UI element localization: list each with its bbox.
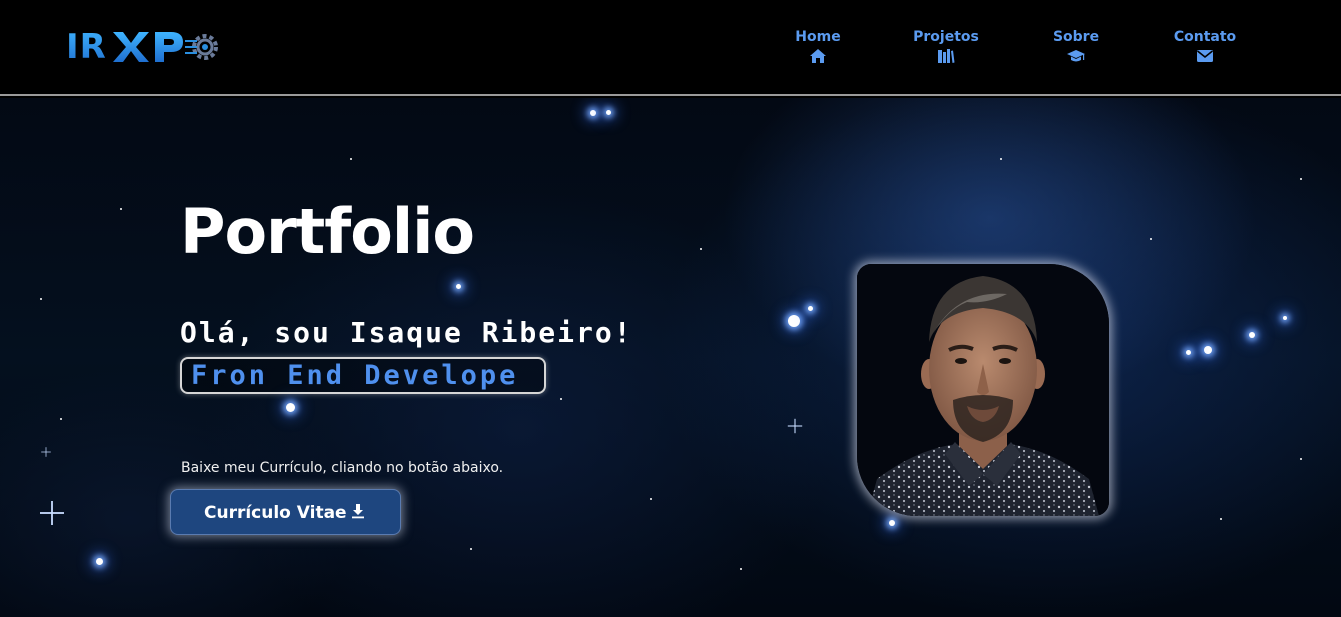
nav-home[interactable]: Home: [795, 28, 841, 64]
star: [350, 158, 352, 160]
star: [1300, 178, 1302, 180]
star: [808, 306, 813, 311]
site-logo[interactable]: IR: [66, 26, 229, 68]
star: [740, 568, 742, 570]
star: [1186, 350, 1191, 355]
greeting-text: Olá, sou Isaque Ribeiro!: [180, 316, 633, 349]
star-sparkle: [41, 447, 51, 457]
star: [456, 284, 461, 289]
star: [1249, 332, 1255, 338]
nav-contato-label: Contato: [1173, 29, 1237, 45]
star: [560, 398, 562, 400]
profile-photo-illustration: [857, 264, 1109, 516]
home-icon: [809, 48, 827, 64]
star: [788, 315, 800, 327]
nav-projetos[interactable]: Projetos: [913, 28, 979, 64]
nav-home-label: Home: [795, 29, 841, 45]
star: [286, 403, 295, 412]
star: [96, 558, 103, 565]
nav-sobre[interactable]: Sobre: [1052, 28, 1100, 64]
star: [650, 498, 652, 500]
role-text: Fron End Develope: [191, 360, 519, 391]
nav-contato[interactable]: Contato: [1173, 28, 1237, 64]
star: [60, 418, 62, 420]
nav-sobre-label: Sobre: [1052, 29, 1100, 45]
site-header: IR Home Projetos Sobre Contato: [0, 0, 1341, 96]
download-cv-button[interactable]: Currículo Vitae: [170, 489, 401, 535]
star: [120, 208, 122, 210]
star: [470, 548, 472, 550]
page-title: Portfolio: [180, 195, 475, 268]
profile-photo: [857, 264, 1109, 516]
star: [1300, 458, 1302, 460]
logo-emblem-icon: [112, 32, 218, 62]
star: [1283, 316, 1287, 320]
star: [889, 520, 895, 526]
download-cv-label: Currículo Vitae: [204, 503, 347, 523]
star-sparkle: [40, 501, 64, 525]
nav-projetos-label: Projetos: [913, 29, 979, 45]
graduation-cap-icon: [1066, 48, 1086, 64]
logo-text: IR: [66, 27, 107, 67]
star: [590, 110, 596, 116]
star: [1204, 346, 1212, 354]
star: [1000, 158, 1002, 160]
envelope-icon: [1196, 48, 1214, 64]
star: [700, 248, 702, 250]
star: [40, 298, 42, 300]
books-icon: [937, 48, 955, 64]
star-sparkle: [787, 418, 803, 434]
star: [1220, 518, 1222, 520]
cv-hint-text: Baixe meu Currículo, cliando no botão ab…: [181, 460, 504, 476]
role-badge: Fron End Develope: [180, 357, 546, 394]
download-icon: [351, 503, 365, 523]
star: [1150, 238, 1152, 240]
star: [606, 110, 611, 115]
